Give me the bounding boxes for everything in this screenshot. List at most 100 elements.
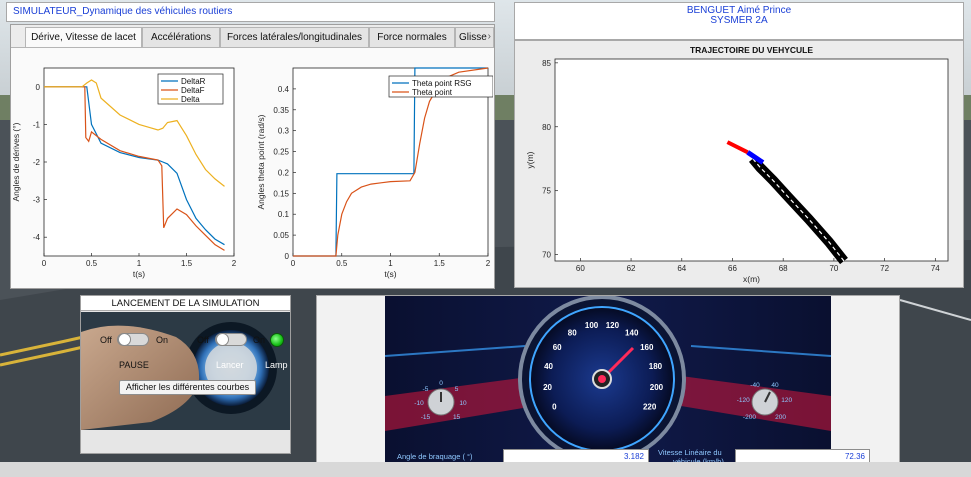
chart-title: TRAJECTOIRE DU VEHYCULE (690, 45, 813, 55)
tab-label: Accélérations (150, 32, 212, 43)
knob-tick-label: 5 (455, 386, 459, 393)
legend-label: DeltaF (181, 86, 205, 95)
switch-knob (216, 333, 229, 346)
lancer-label: Lancer (216, 360, 244, 370)
x-tick-label: 74 (931, 264, 940, 273)
tab-label: Forces latérales/longitudinales (226, 32, 363, 43)
chart-derive-angles: 0 0.5 1 1.5 2 0 -1 -2 -3 -4 t(s) Angles de dérives … (11, 67, 237, 279)
x-tick-label: 0.5 (336, 259, 348, 268)
x-tick-label: 1 (137, 259, 142, 268)
tab-glisse[interactable]: Glisse › (455, 27, 494, 47)
tab-strip: Dérive, Vitesse de lacet Accélérations F… (11, 27, 494, 48)
speedometer-tick-label: 160 (640, 343, 654, 352)
y-tick-label: -1 (33, 120, 41, 129)
tab-content: 0 0.5 1 1.5 2 0 -1 -2 -3 -4 t(s) Angles de dérives … (11, 47, 494, 288)
knob-tick-label: -200 (743, 414, 756, 421)
bottom-strip (0, 462, 971, 477)
y-tick-label: -3 (33, 196, 41, 205)
x-tick-label: 62 (627, 264, 636, 273)
x-axis-label: t(s) (384, 269, 396, 279)
author-class: SYSMER 2A (710, 15, 768, 26)
tab-label: Glisse (459, 32, 487, 43)
y-tick-label: 75 (542, 187, 551, 196)
trajectory-panel: TRAJECTOIRE DU VEHYCULE 60 62 64 66 68 70 72 74 7… (514, 40, 964, 288)
x-tick-label: 2 (486, 259, 491, 268)
tab-forces-laterales[interactable]: Forces latérales/longitudinales (220, 27, 369, 47)
x-tick-label: 1.5 (434, 259, 446, 268)
x-tick-label: 66 (728, 264, 737, 273)
author-header: BENGUET Aimé Prince SYSMER 2A (514, 2, 964, 40)
y-tick-label: 85 (542, 59, 551, 68)
y-tick-label: 80 (542, 123, 551, 132)
show-curves-button[interactable]: Afficher les différentes courbes (119, 380, 256, 395)
y-axis-label: y(m) (525, 151, 535, 168)
y-tick-label: 0.15 (273, 189, 289, 198)
y-tick-label: 70 (542, 251, 551, 260)
start-button-photo (81, 312, 290, 430)
y-tick-label: 0.2 (278, 168, 290, 177)
speedometer-tick-label: 140 (625, 329, 639, 338)
tab-panel: Dérive, Vitesse de lacet Accélérations F… (10, 24, 495, 289)
y-tick-label: 0.35 (273, 106, 289, 115)
dashboard-panel: 0 20 40 60 80 100 120 140 160 180 200 220 -15 -10 -5 0… (316, 295, 900, 467)
y-tick-label: -4 (33, 233, 41, 242)
knob-tick-label: 40 (771, 382, 779, 389)
knob-tick-label: 10 (459, 400, 467, 407)
knob-tick-label: 15 (453, 414, 461, 421)
pause-on-label: On (156, 335, 169, 345)
steering-angle-label: Angle de braquage ( °) (397, 452, 473, 461)
knob-tick-label: -10 (414, 400, 424, 407)
y-tick-label: 0 (285, 252, 290, 261)
lancer-off-label: Off (197, 335, 209, 345)
x-tick-label: 60 (576, 264, 585, 273)
knob-tick-label: -120 (737, 397, 750, 404)
x-tick-label: 1 (388, 259, 393, 268)
pause-label: PAUSE (119, 360, 149, 370)
pause-switch[interactable] (117, 333, 149, 346)
knob-tick-label: 200 (775, 414, 786, 421)
speedometer-tick-label: 60 (553, 343, 562, 352)
switch-knob (118, 333, 131, 346)
speedometer-tick-label: 180 (649, 362, 663, 371)
launch-title: LANCEMENT DE LA SIMULATION (81, 296, 290, 311)
tab-force-normales[interactable]: Force normales (369, 27, 455, 47)
y-tick-label: -2 (33, 158, 41, 167)
lancer-switch[interactable] (215, 333, 247, 346)
chart-theta-point: 0 0.5 1 1.5 2 0 0.05 0.1 0.15 0.2 0.25 0.3 0.35 0.4 t(… (256, 67, 493, 279)
steering-angle-field[interactable]: 3.182 (503, 449, 649, 463)
y-tick-label: 0 (36, 83, 41, 92)
x-tick-label: 1.5 (181, 259, 193, 268)
x-tick-label: 68 (779, 264, 788, 273)
launch-panel: LANCEMENT DE LA SIMULATION Off On PAUSE … (80, 295, 291, 454)
status-lamp (270, 333, 284, 347)
speedometer-tick-label: 20 (543, 383, 552, 392)
knob-tick-label: -15 (421, 414, 431, 421)
knob-tick-label: 0 (439, 380, 443, 387)
chevron-right-icon[interactable]: › (488, 31, 491, 42)
speedometer-tick-label: 80 (568, 329, 577, 338)
x-tick-label: 2 (232, 259, 237, 268)
speedometer-tick-label: 0 (552, 403, 557, 412)
speed-field[interactable]: 72.36 (735, 449, 870, 463)
y-tick-label: 0.1 (278, 210, 290, 219)
x-tick-label: 0 (291, 259, 296, 268)
knob-tick-label: 120 (781, 397, 792, 404)
tab-derive-vitesse-lacet[interactable]: Dérive, Vitesse de lacet (25, 27, 142, 48)
y-tick-label: 0.25 (273, 148, 289, 157)
knob-tick-label: -40 (750, 382, 760, 389)
knob-tick-label: -5 (423, 386, 429, 393)
lamp-label: Lamp (265, 360, 288, 370)
x-tick-label: 0 (42, 259, 47, 268)
x-tick-label: 64 (677, 264, 686, 273)
pause-off-label: Off (100, 335, 112, 345)
y-tick-label: 0.3 (278, 127, 290, 136)
speedometer-tick-label: 200 (650, 383, 664, 392)
y-tick-label: 0.4 (278, 85, 290, 94)
legend-label: DeltaR (181, 77, 206, 86)
x-axis-label: x(m) (743, 274, 760, 284)
app-title: SIMULATEUR_Dynamique des véhicules routi… (13, 6, 233, 17)
legend-label: Delta (181, 95, 200, 104)
x-tick-label: 0.5 (86, 259, 98, 268)
speedometer-tick-label: 120 (606, 321, 620, 330)
tab-accelerations[interactable]: Accélérations (142, 27, 220, 47)
